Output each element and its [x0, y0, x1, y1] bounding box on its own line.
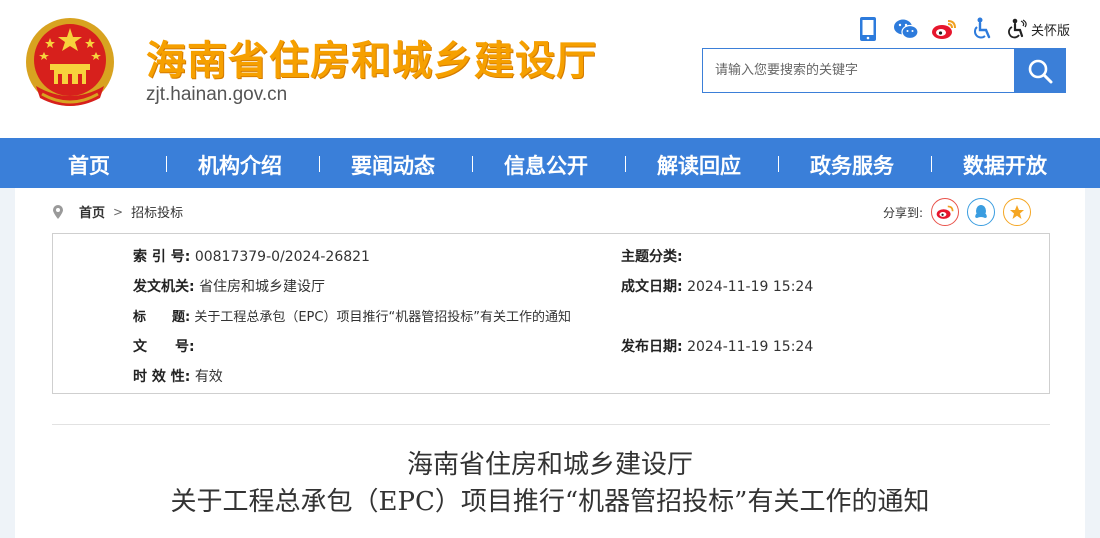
breadcrumb-home-link[interactable]: 首页: [79, 202, 105, 221]
nav-separator: [166, 156, 167, 172]
nav-separator: [319, 156, 320, 172]
nav-item-news[interactable]: 要闻动态: [351, 150, 435, 180]
meta-written-date-value: 2024-11-19 15:24: [687, 279, 814, 295]
breadcrumb-current-link[interactable]: 招标投标: [131, 202, 183, 221]
site-header: 海南省住房和城乡建设厅 zjt.hainan.gov.cn 关怀版: [0, 0, 1100, 138]
weibo-icon: [936, 205, 954, 219]
national-emblem-logo[interactable]: [22, 14, 118, 114]
qq-icon: [975, 205, 987, 218]
search-box: [702, 48, 1066, 93]
share-weibo-button[interactable]: [931, 198, 959, 226]
weibo-icon[interactable]: [930, 15, 958, 43]
document-title-issuer: 海南省住房和城乡建设厅: [406, 450, 693, 480]
share-label: 分享到:: [882, 205, 923, 220]
site-url: zjt.hainan.gov.cn: [146, 84, 288, 105]
mobile-icon[interactable]: [854, 15, 882, 43]
document-meta-box: 索 引 号: 00817379-0/2024-26821 主题分类: 发文机关:…: [52, 233, 1050, 394]
nav-item-interpretation[interactable]: 解读回应: [657, 150, 741, 180]
care-mode-label: 关怀版: [1030, 23, 1070, 39]
meta-index-label: 索 引 号:: [133, 249, 191, 265]
share-favorite-button[interactable]: [1003, 198, 1031, 226]
share-bar: 分享到:: [883, 198, 1031, 226]
meta-validity-label: 时 效 性:: [133, 369, 191, 385]
meta-category-label: 主题分类:: [621, 249, 683, 265]
meta-index-row: 索 引 号: 00817379-0/2024-26821: [133, 246, 370, 266]
meta-doc-no-label: 文 号:: [133, 339, 195, 355]
favorite-icon: [1010, 205, 1024, 219]
meta-validity-value: 有效: [194, 369, 223, 385]
care-mode-button[interactable]: 关怀版: [1006, 18, 1070, 40]
nav-separator: [625, 156, 626, 172]
main-content: 首页 > 招标投标 分享到: 索 引 号: 00817379-0/2024-26…: [15, 188, 1085, 538]
meta-issuer-row: 发文机关: 省住房和城乡建设厅: [133, 276, 325, 296]
accessibility-icon[interactable]: [968, 15, 996, 43]
meta-publish-date-value: 2024-11-19 15:24: [687, 339, 814, 355]
main-nav: 首页 机构介绍 要闻动态 信息公开 解读回应 政务服务 数据开放: [0, 138, 1100, 188]
nav-item-open-data[interactable]: 数据开放: [963, 150, 1047, 180]
nav-item-about[interactable]: 机构介绍: [198, 150, 282, 180]
nav-item-home[interactable]: 首页: [68, 150, 110, 180]
location-pin-icon: [53, 204, 63, 219]
meta-validity-row: 时 效 性: 有效: [133, 366, 223, 386]
breadcrumb-separator: >: [113, 204, 124, 219]
meta-doc-no-row: 文 号:: [133, 336, 195, 356]
nav-separator: [472, 156, 473, 172]
meta-title-label: 标 题:: [133, 310, 191, 325]
search-button[interactable]: [1014, 48, 1065, 93]
document-title: 关于工程总承包（EPC）项目推行“机器管招投标”有关工作的通知: [170, 487, 930, 517]
meta-issuer-label: 发文机关:: [133, 279, 195, 295]
nav-item-services[interactable]: 政务服务: [810, 150, 894, 180]
nav-separator: [931, 156, 932, 172]
meta-written-date-row: 成文日期: 2024-11-19 15:24: [621, 276, 813, 296]
meta-title-row: 标 题: 关于工程总承包（EPC）项目推行“机器管招投标”有关工作的通知: [133, 306, 571, 325]
meta-publish-date-row: 发布日期: 2024-11-19 15:24: [621, 336, 813, 356]
care-mode-icon: [1008, 18, 1027, 39]
share-qq-button[interactable]: [967, 198, 995, 226]
meta-publish-date-label: 发布日期:: [621, 339, 683, 355]
nav-separator: [778, 156, 779, 172]
meta-issuer-value: 省住房和城乡建设厅: [199, 279, 326, 295]
search-icon: [1028, 59, 1052, 83]
nav-item-disclosure[interactable]: 信息公开: [504, 150, 588, 180]
breadcrumb: 首页 > 招标投标: [53, 202, 183, 221]
search-input[interactable]: [703, 49, 1015, 92]
meta-written-date-label: 成文日期:: [621, 279, 683, 295]
wechat-icon[interactable]: [892, 15, 920, 43]
meta-category-row: 主题分类:: [621, 246, 683, 266]
meta-title-value: 关于工程总承包（EPC）项目推行“机器管招投标”有关工作的通知: [194, 310, 571, 325]
meta-index-value: 00817379-0/2024-26821: [194, 249, 370, 265]
content-divider: [52, 424, 1050, 425]
top-utility-icons: 关怀版: [854, 14, 1070, 44]
site-title[interactable]: 海南省住房和城乡建设厅: [146, 28, 597, 86]
